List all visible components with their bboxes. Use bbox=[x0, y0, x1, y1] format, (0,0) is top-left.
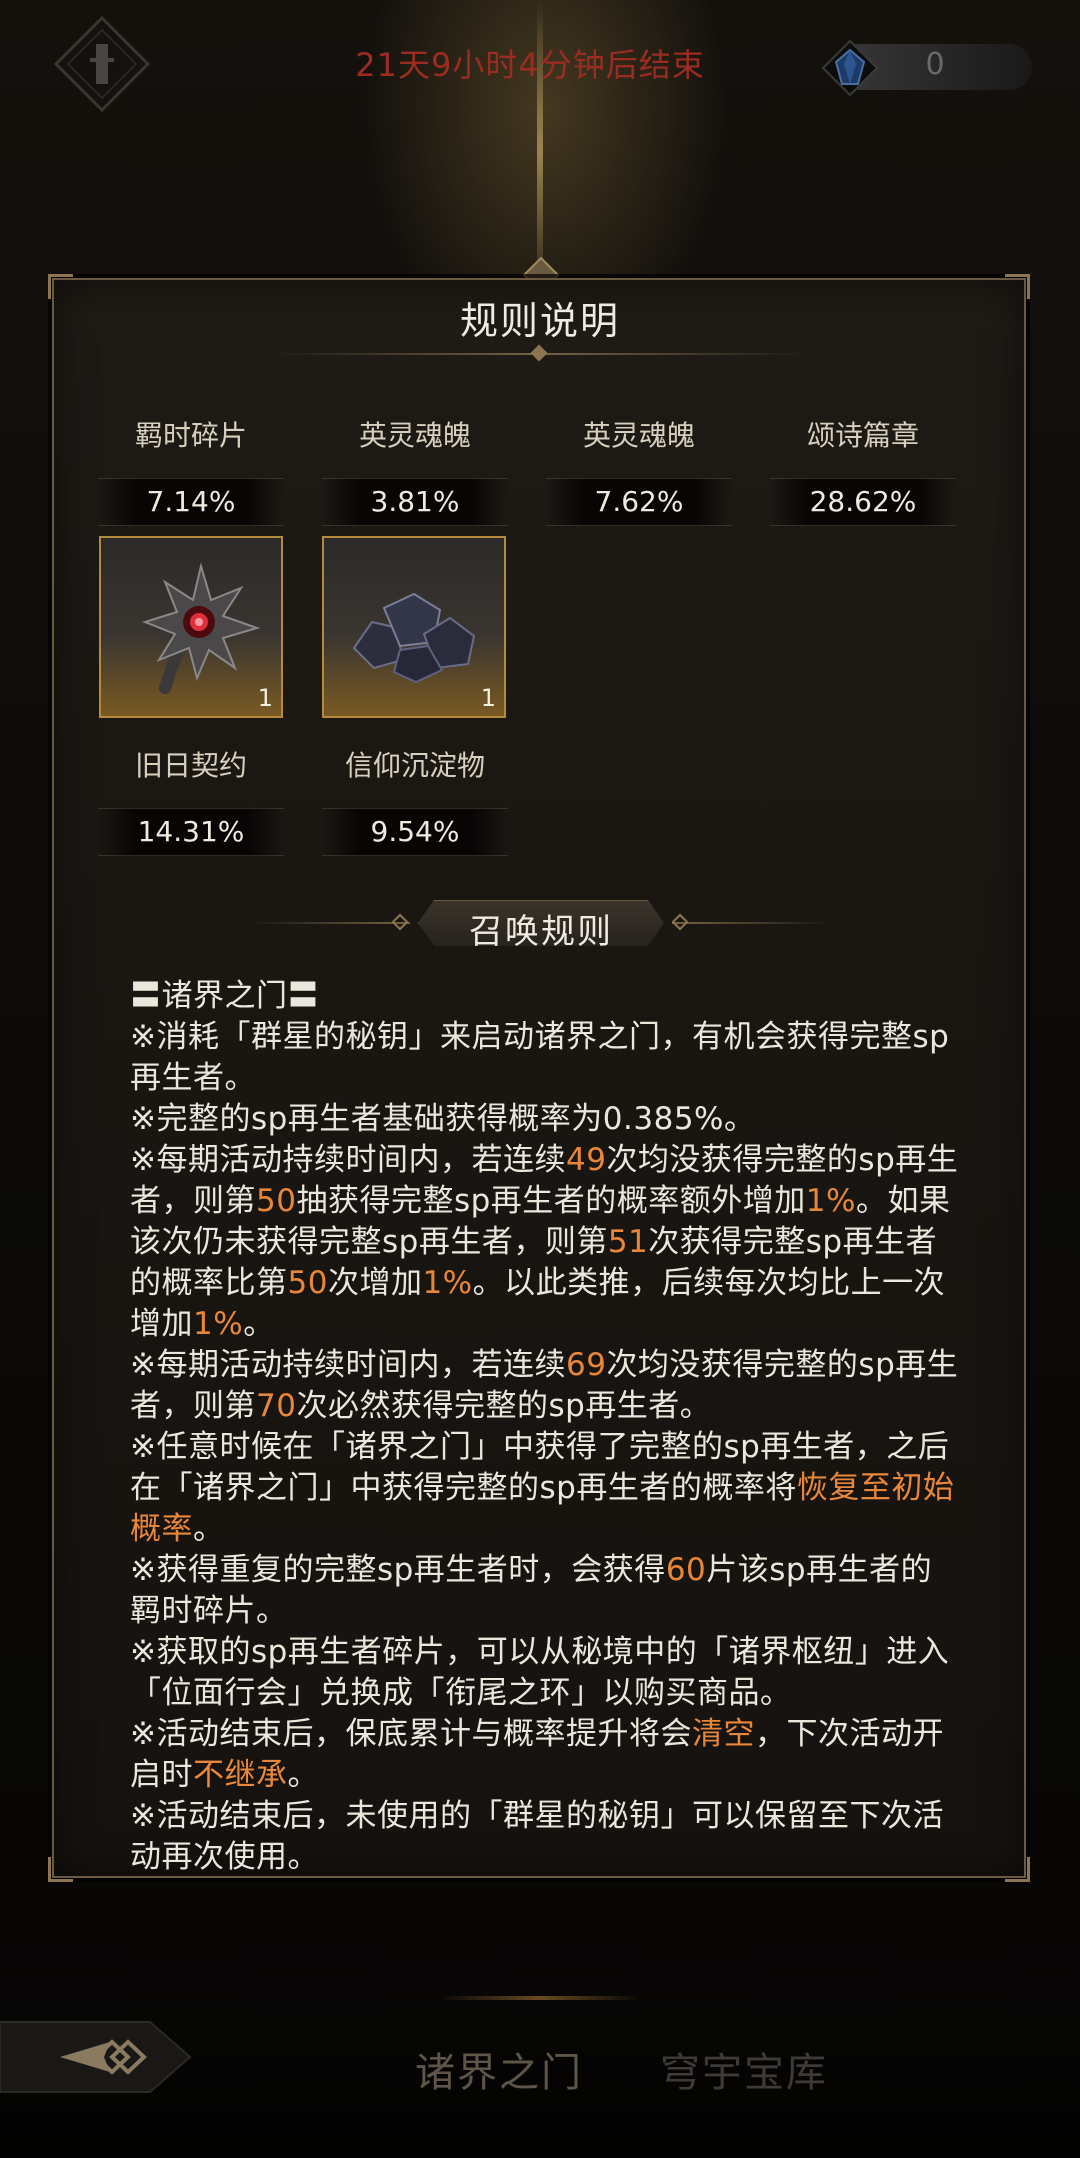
item-count: 1 bbox=[480, 684, 496, 712]
item-rate: 28.62% bbox=[770, 478, 956, 526]
event-countdown: 21天9小时4分钟后结束 bbox=[355, 46, 705, 84]
rule-item: ※活动结束后，未使用的「群星的秘钥」可以保留至下次活动再次使用。 bbox=[130, 1796, 962, 1878]
tab-gate[interactable]: 诸界之门 bbox=[415, 2040, 583, 2098]
rule-highlight: 1% bbox=[805, 1183, 856, 1219]
rule-text: ※每期活动持续时间内，若连续 bbox=[130, 1347, 566, 1383]
rule-item: ※消耗「群星的秘钥」来启动诸界之门，有机会获得完整sp再生者。 bbox=[130, 1017, 962, 1099]
section-divider bbox=[672, 922, 832, 924]
corner-ornament bbox=[1005, 1857, 1030, 1882]
spiked-relic-icon bbox=[142, 562, 261, 694]
rule-highlight: 60 bbox=[665, 1552, 707, 1588]
section-title: 召唤规则 bbox=[469, 912, 613, 952]
section-divider bbox=[250, 922, 410, 924]
rule-highlight: 50 bbox=[287, 1265, 328, 1301]
shrine-emblem-icon[interactable] bbox=[52, 14, 152, 114]
rule-text: 。 bbox=[243, 1306, 275, 1342]
rules-text: 〓诸界之门〓 ※消耗「群星的秘钥」来启动诸界之门，有机会获得完整sp再生者。 ※完… bbox=[130, 976, 962, 1878]
item-count: 1 bbox=[257, 684, 273, 712]
rule-highlight: 清空 bbox=[691, 1716, 755, 1752]
rule-item: ※任意时候在「诸界之门」中获得了完整的sp再生者，之后在「诸界之门」中获得完整的… bbox=[130, 1427, 962, 1550]
rule-highlight: 1% bbox=[193, 1306, 244, 1342]
rule-text: 。 bbox=[193, 1511, 225, 1547]
blue-crystal-icon bbox=[821, 39, 879, 97]
rule-item: ※每期活动持续时间内，若连续69次均没获得完整的sp再生者，则第70次必然获得完… bbox=[130, 1345, 962, 1427]
rule-highlight: 51 bbox=[607, 1224, 649, 1260]
rule-text: 次增加 bbox=[327, 1265, 423, 1301]
rule-text: ※完整的sp再生者基础获得概率为0.385%。 bbox=[130, 1101, 756, 1137]
item-card[interactable]: 1 bbox=[322, 536, 506, 718]
item-name: 英灵魂魄 bbox=[358, 419, 471, 452]
item-rate: 14.31% bbox=[98, 808, 284, 856]
item-name: 英灵魂魄 bbox=[582, 419, 695, 452]
rule-highlight: 69 bbox=[565, 1347, 607, 1383]
rule-text: 。 bbox=[287, 1757, 319, 1793]
rule-highlight: 49 bbox=[565, 1142, 607, 1178]
rule-item: ※获取的sp再生者碎片，可以从秘境中的「诸界枢纽」进入「位面行会」兑换成「衔尾之… bbox=[130, 1632, 962, 1714]
back-arrow-icon[interactable] bbox=[0, 2012, 200, 2102]
active-tab-indicator bbox=[440, 1996, 640, 2000]
item-rate: 9.54% bbox=[322, 808, 508, 856]
item-name: 信仰沉淀物 bbox=[344, 749, 485, 782]
item-name: 颂诗篇章 bbox=[806, 419, 919, 452]
rule-item: ※每期活动持续时间内，若连续49次均没获得完整的sp再生者，则第50抽获得完整s… bbox=[130, 1140, 962, 1345]
item-rate: 7.14% bbox=[98, 478, 284, 526]
rule-item: ※活动结束后，保底累计与概率提升将会清空，下次活动开启时不继承。 bbox=[130, 1714, 962, 1796]
rule-text: 抽获得完整sp再生者的概率额外增加 bbox=[296, 1183, 806, 1219]
rule-highlight: 70 bbox=[256, 1388, 297, 1424]
rule-text: ※获取的sp再生者碎片，可以从秘境中的「诸界枢纽」进入「位面行会」兑换成「衔尾之… bbox=[130, 1634, 950, 1711]
rule-item: ※完整的sp再生者基础获得概率为0.385%。 bbox=[130, 1099, 962, 1140]
rule-text: ※消耗「群星的秘钥」来启动诸界之门，有机会获得完整sp再生者。 bbox=[130, 1019, 950, 1096]
item-name: 旧日契约 bbox=[134, 749, 247, 782]
tab-treasury[interactable]: 穹宇宝库 bbox=[660, 2040, 828, 2098]
corner-ornament bbox=[48, 1857, 73, 1882]
dark-ore-icon bbox=[352, 592, 476, 684]
rule-highlight: 50 bbox=[256, 1183, 297, 1219]
item-card[interactable]: 1 bbox=[99, 536, 283, 718]
rule-highlight: 1% bbox=[422, 1265, 473, 1301]
panel-title: 规则说明 bbox=[459, 299, 620, 343]
rules-list: ※消耗「群星的秘钥」来启动诸界之门，有机会获得完整sp再生者。 ※完整的sp再生者… bbox=[130, 1017, 962, 1878]
item-name: 羁时碎片 bbox=[134, 419, 247, 452]
rule-text: ※每期活动持续时间内，若连续 bbox=[130, 1142, 566, 1178]
rule-text: ※活动结束后，未使用的「群星的秘钥」可以保留至下次活动再次使用。 bbox=[130, 1798, 944, 1875]
currency-amount: 0 bbox=[925, 47, 945, 82]
rule-text: 次必然获得完整的sp再生者。 bbox=[296, 1388, 712, 1424]
rule-text: ※活动结束后，保底累计与概率提升将会 bbox=[130, 1716, 692, 1752]
rules-heading: 〓诸界之门〓 bbox=[130, 978, 319, 1014]
item-rate: 7.62% bbox=[546, 478, 732, 526]
rule-highlight: 不继承 bbox=[193, 1757, 288, 1793]
item-rate: 3.81% bbox=[322, 478, 508, 526]
rule-item: ※获得重复的完整sp再生者时，会获得60片该sp再生者的羁时碎片。 bbox=[130, 1550, 962, 1632]
rule-text: ※获得重复的完整sp再生者时，会获得 bbox=[130, 1552, 666, 1588]
